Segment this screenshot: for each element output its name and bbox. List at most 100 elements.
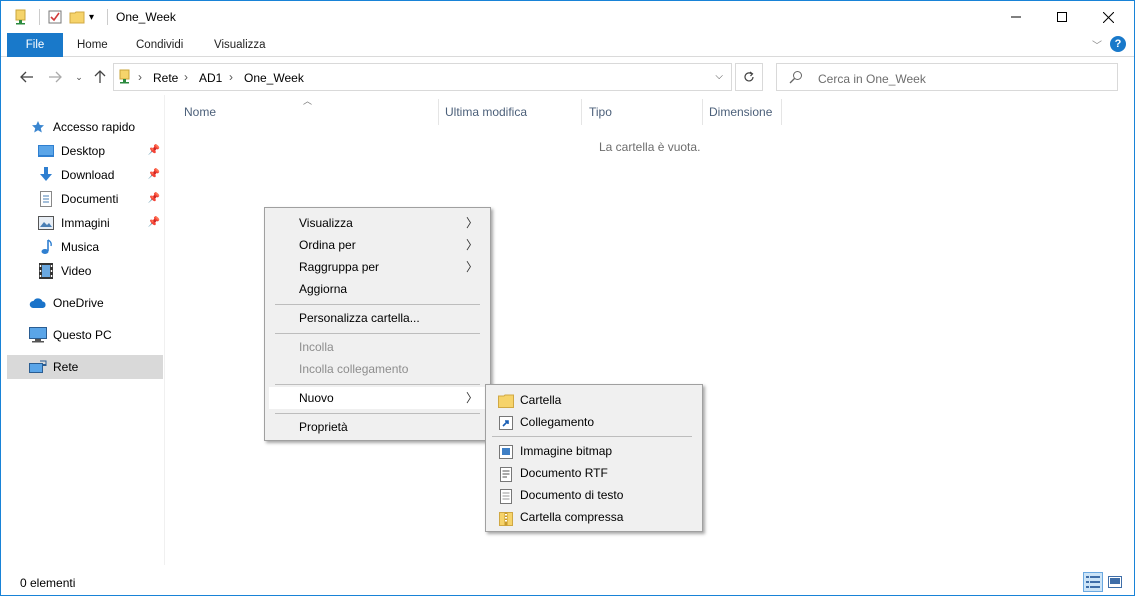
sidebar-item-download[interactable]: Download 📌 bbox=[37, 163, 163, 187]
column-divider[interactable] bbox=[781, 99, 782, 125]
menu-separator bbox=[275, 413, 480, 414]
column-header-name[interactable]: Nome bbox=[184, 105, 216, 119]
sidebar-item-questo-pc[interactable]: Questo PC bbox=[29, 323, 163, 347]
submenu-item-cartella[interactable]: Cartella bbox=[490, 389, 698, 411]
menu-item-aggiorna[interactable]: Aggiorna bbox=[269, 278, 486, 300]
menu-item-label: Nuovo bbox=[299, 391, 334, 405]
submenu-item-cartella-compressa[interactable]: Cartella compressa bbox=[490, 506, 698, 528]
details-view-button[interactable] bbox=[1083, 572, 1103, 592]
menu-item-label: Incolla collegamento bbox=[299, 362, 409, 376]
search-icon bbox=[789, 70, 803, 87]
column-header-type[interactable]: Tipo bbox=[589, 105, 612, 119]
menu-item-incolla: Incolla bbox=[269, 336, 486, 358]
submenu-item-immagine-bitmap[interactable]: Immagine bitmap bbox=[490, 440, 698, 462]
folder-icon bbox=[498, 393, 514, 409]
sidebar-item-label: Accesso rapido bbox=[53, 120, 136, 134]
tab-visualizza[interactable]: Visualizza bbox=[214, 33, 266, 57]
column-divider[interactable] bbox=[581, 99, 582, 125]
sidebar-item-musica[interactable]: Musica bbox=[37, 235, 163, 259]
properties-icon[interactable] bbox=[47, 7, 63, 27]
maximize-button[interactable] bbox=[1039, 1, 1085, 33]
menu-item-ordina-per[interactable]: Ordina per 〉 bbox=[269, 234, 486, 256]
help-icon[interactable]: ? bbox=[1110, 36, 1126, 52]
music-icon bbox=[37, 238, 55, 256]
sidebar-item-video[interactable]: Video bbox=[37, 259, 163, 283]
menu-item-proprieta[interactable]: Proprietà bbox=[269, 416, 486, 438]
menu-item-label: Cartella compressa bbox=[520, 510, 624, 524]
large-icons-view-button[interactable] bbox=[1105, 572, 1125, 592]
menu-item-label: Immagine bitmap bbox=[520, 444, 613, 458]
pictures-icon bbox=[37, 214, 55, 232]
documents-icon bbox=[37, 190, 55, 208]
menu-item-nuovo[interactable]: Nuovo 〉 bbox=[269, 387, 486, 409]
title-separator bbox=[107, 9, 108, 25]
breadcrumb-ad1[interactable]: AD1 bbox=[199, 71, 222, 85]
submenu-item-collegamento[interactable]: Collegamento bbox=[490, 411, 698, 433]
sort-ascending-icon: ︿ bbox=[303, 96, 313, 106]
back-button[interactable] bbox=[17, 67, 37, 87]
sidebar-item-label: Desktop bbox=[61, 144, 106, 158]
sidebar-item-onedrive[interactable]: OneDrive bbox=[29, 291, 163, 315]
breadcrumb-separator: › bbox=[229, 70, 233, 84]
refresh-button[interactable] bbox=[735, 63, 763, 91]
address-dropdown-icon[interactable]: ⌵ bbox=[715, 71, 723, 82]
submenu-item-documento-rtf[interactable]: Documento RTF bbox=[490, 462, 698, 484]
download-icon bbox=[37, 166, 55, 184]
minimize-button[interactable] bbox=[993, 1, 1039, 33]
navigation-bar: ⌄ › Rete › AD1 › One_Week ⌵ Cerca in One… bbox=[1, 59, 1134, 95]
column-divider[interactable] bbox=[702, 99, 703, 125]
recent-locations-icon[interactable]: ⌄ bbox=[69, 67, 89, 87]
forward-button[interactable] bbox=[45, 67, 65, 87]
up-button[interactable] bbox=[90, 67, 110, 87]
pin-icon[interactable]: 📌 bbox=[148, 169, 160, 180]
menu-item-personalizza-cartella[interactable]: Personalizza cartella... bbox=[269, 307, 486, 329]
menu-item-label: Ordina per bbox=[299, 238, 356, 252]
new-folder-icon[interactable] bbox=[69, 7, 85, 27]
empty-folder-message: La cartella è vuota. bbox=[599, 140, 701, 154]
submenu-arrow-icon: 〉 bbox=[465, 216, 478, 230]
pin-icon[interactable]: 📌 bbox=[148, 145, 160, 156]
customize-toolbar-icon[interactable]: ▾ bbox=[89, 7, 94, 27]
breadcrumb-separator: › bbox=[138, 70, 142, 84]
sidebar-item-label: Immagini bbox=[61, 216, 110, 230]
menu-item-visualizza[interactable]: Visualizza 〉 bbox=[269, 212, 486, 234]
search-input[interactable]: Cerca in One_Week bbox=[818, 72, 926, 86]
address-bar[interactable]: › Rete › AD1 › One_Week ⌵ bbox=[113, 63, 732, 91]
menu-item-label: Documento di testo bbox=[520, 488, 624, 502]
pin-icon[interactable]: 📌 bbox=[148, 193, 160, 204]
text-document-icon bbox=[498, 488, 514, 504]
column-divider[interactable] bbox=[438, 99, 439, 125]
context-menu: Visualizza 〉 Ordina per 〉 Raggruppa per … bbox=[264, 207, 491, 441]
submenu-item-documento-di-testo[interactable]: Documento di testo bbox=[490, 484, 698, 506]
tab-home[interactable]: Home bbox=[77, 33, 108, 57]
column-header-size[interactable]: Dimensione bbox=[709, 105, 772, 119]
menu-item-raggruppa-per[interactable]: Raggruppa per 〉 bbox=[269, 256, 486, 278]
column-header-modified[interactable]: Ultima modifica bbox=[445, 105, 527, 119]
menu-item-label: Cartella bbox=[520, 393, 562, 407]
expand-ribbon-icon[interactable]: ﹀ bbox=[1092, 37, 1102, 52]
menu-item-label: Visualizza bbox=[299, 216, 353, 230]
sidebar-item-desktop[interactable]: Desktop 📌 bbox=[37, 139, 163, 163]
search-box[interactable]: Cerca in One_Week bbox=[776, 63, 1118, 91]
network-folder-icon[interactable] bbox=[13, 7, 29, 27]
window-title: One_Week bbox=[116, 10, 176, 24]
sidebar-item-rete[interactable]: Rete bbox=[7, 355, 163, 379]
quick-access-separator bbox=[39, 9, 40, 25]
sidebar-item-immagini[interactable]: Immagini 📌 bbox=[37, 211, 163, 235]
tab-condividi[interactable]: Condividi bbox=[136, 33, 183, 57]
network-icon bbox=[118, 69, 132, 88]
sidebar-item-label: Rete bbox=[53, 360, 79, 374]
computer-icon bbox=[29, 326, 47, 344]
tab-file[interactable]: File bbox=[7, 33, 63, 57]
bitmap-icon bbox=[498, 444, 514, 460]
breadcrumb-one-week[interactable]: One_Week bbox=[244, 71, 304, 85]
sidebar-item-accesso-rapido[interactable]: Accesso rapido bbox=[29, 115, 163, 139]
menu-item-label: Proprietà bbox=[299, 420, 348, 434]
desktop-icon bbox=[37, 142, 55, 160]
title-bar: ▾ One_Week bbox=[1, 1, 1134, 33]
sidebar-item-documenti[interactable]: Documenti 📌 bbox=[37, 187, 163, 211]
sidebar-item-label: Video bbox=[61, 264, 92, 278]
close-button[interactable] bbox=[1085, 1, 1131, 33]
breadcrumb-rete[interactable]: Rete bbox=[153, 71, 178, 85]
pin-icon[interactable]: 📌 bbox=[148, 217, 160, 228]
